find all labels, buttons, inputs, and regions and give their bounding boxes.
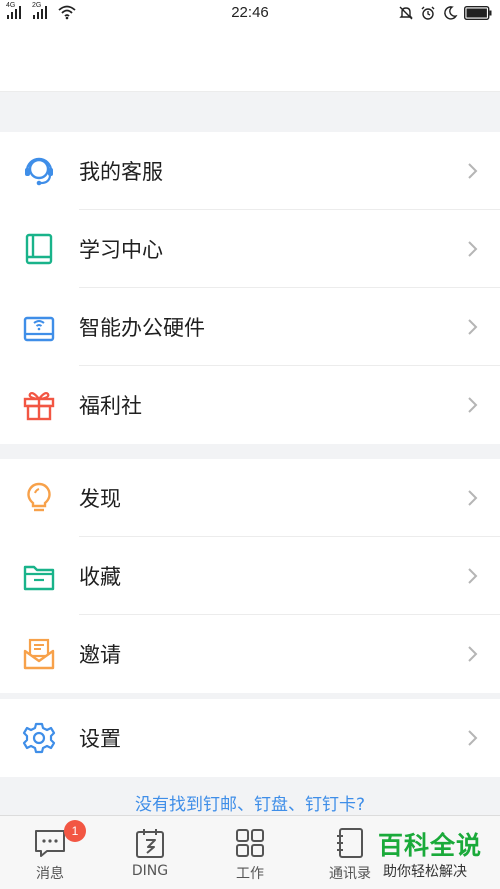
tab-label: DING — [131, 863, 169, 879]
folder-icon — [22, 559, 56, 593]
status-bar: 4G 2G 22:46 — [0, 0, 500, 28]
menu-item-label: 设置 — [79, 727, 121, 751]
grid-icon — [236, 829, 264, 857]
menu-item-label: 发现 — [79, 487, 121, 511]
menu-group-settings: 设置 — [0, 699, 500, 777]
book-icon — [22, 232, 56, 266]
invite-envelope-icon — [22, 637, 56, 671]
menu-group-discover: 发现 收藏 邀请 — [0, 459, 500, 693]
watermark-logo: 百科全说 助你轻松解决 — [378, 826, 498, 882]
tab-messages[interactable]: 1 消息 — [0, 816, 100, 889]
menu-item-label: 收藏 — [79, 565, 121, 589]
menu-item-label: 福利社 — [79, 394, 142, 418]
watermark-subtitle: 助你轻松解决 — [383, 864, 467, 880]
moon-icon — [444, 6, 458, 20]
chevron-right-icon — [468, 319, 478, 335]
menu-item-label: 学习中心 — [79, 238, 163, 262]
ding-icon — [136, 829, 164, 858]
chevron-right-icon — [468, 568, 478, 584]
gift-icon — [22, 388, 56, 422]
menu-item-favorites[interactable]: 收藏 — [0, 537, 500, 615]
chevron-right-icon — [468, 163, 478, 179]
menu-item-label: 我的客服 — [79, 160, 163, 184]
menu-item-smart-hardware[interactable]: 智能办公硬件 — [0, 288, 500, 366]
header-area — [0, 28, 500, 92]
status-icons — [398, 5, 492, 21]
hardware-device-icon — [22, 310, 56, 344]
tab-label: 工作 — [236, 866, 264, 882]
bell-muted-icon — [399, 6, 413, 20]
tab-work[interactable]: 工作 — [200, 816, 300, 889]
menu-item-settings[interactable]: 设置 — [0, 699, 500, 777]
chevron-right-icon — [468, 397, 478, 413]
chevron-right-icon — [468, 490, 478, 506]
contacts-icon — [337, 828, 363, 858]
tab-label: 消息 — [36, 866, 64, 882]
chevron-right-icon — [468, 646, 478, 662]
tab-ding[interactable]: DING — [100, 816, 200, 889]
missing-features-link[interactable]: 没有找到钉邮、钉盘、钉钉卡? — [0, 790, 500, 815]
unread-badge: 1 — [64, 820, 86, 842]
customer-service-icon — [22, 154, 56, 188]
menu-item-invite[interactable]: 邀请 — [0, 615, 500, 693]
menu-item-label: 智能办公硬件 — [79, 316, 205, 340]
menu-item-label: 邀请 — [79, 643, 121, 667]
menu-item-learning-center[interactable]: 学习中心 — [0, 210, 500, 288]
menu-group-services: 我的客服 学习中心 智能办公硬件 福利社 — [0, 132, 500, 444]
menu-item-discover[interactable]: 发现 — [0, 459, 500, 537]
gear-icon — [22, 721, 56, 755]
chevron-right-icon — [468, 241, 478, 257]
battery-icon — [464, 6, 492, 20]
lightbulb-icon — [22, 481, 56, 515]
alarm-icon — [421, 6, 435, 20]
menu-item-customer-service[interactable]: 我的客服 — [0, 132, 500, 210]
chevron-right-icon — [468, 730, 478, 746]
message-icon — [35, 830, 65, 857]
watermark-title: 百科全说 — [378, 831, 483, 860]
menu-item-welfare[interactable]: 福利社 — [0, 366, 500, 444]
